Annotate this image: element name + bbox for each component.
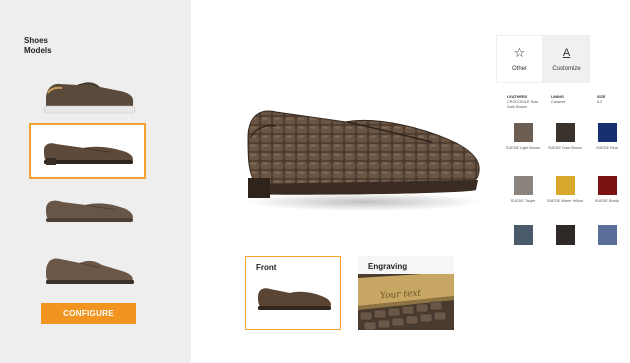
tab-customize-label: Customize	[552, 66, 581, 72]
swatch-chip	[555, 176, 575, 195]
main-shoe-preview[interactable]	[236, 98, 486, 218]
swatch-chip	[597, 123, 617, 142]
models-title-line1: Shoes	[24, 36, 49, 45]
crocodile-loafer-image	[246, 110, 482, 211]
spec-lining-value: Caramel	[551, 100, 566, 104]
swatch-chip	[597, 225, 617, 245]
tab-other[interactable]: ☆ Other	[496, 35, 543, 83]
swatch-pattern-2[interactable]	[546, 225, 584, 245]
tab-customize[interactable]: A Customize	[543, 35, 590, 83]
swatch-taupe[interactable]: SUEDE Taupe	[504, 176, 542, 204]
swatch-label: SUEDE Blue	[596, 146, 618, 150]
swatch-chip	[513, 225, 533, 245]
star-icon: ☆	[513, 45, 526, 60]
letter-a-icon: A	[562, 47, 571, 59]
swatch-pattern-1[interactable]	[504, 225, 542, 245]
mode-tabs: ☆ Other A Customize	[496, 35, 590, 83]
configure-button[interactable]: CONFIGURE	[41, 303, 136, 324]
swatch-bordo[interactable]: SUEDE Bordo	[588, 176, 626, 204]
spec-lining: LINING Caramel	[551, 95, 587, 110]
view-engraving-label: Engraving	[368, 262, 408, 271]
sneaker-shoe-icon	[43, 82, 135, 114]
loafer-shoe-icon	[43, 143, 133, 165]
engraving-closeup-image	[358, 274, 454, 330]
spec-size-value: 6.2	[597, 100, 603, 104]
swatch-pattern-3[interactable]	[588, 225, 626, 245]
models-title-line2: Models	[24, 46, 52, 55]
swatch-chip	[555, 123, 575, 142]
spec-leather-value: CROCODILE Sole Dark Brown	[507, 100, 539, 109]
model-oxford-thumbnail[interactable]	[29, 243, 146, 299]
swatch-blue[interactable]: SUEDE Blue	[588, 123, 626, 151]
swatch-label: SUEDE Dark Brown	[548, 146, 582, 150]
swatch-label: SUEDE Warm Yellow	[547, 199, 583, 203]
oxford-shoe-icon	[45, 258, 134, 284]
tab-other-label: Other	[511, 66, 527, 72]
swatch-light-brown[interactable]: SUEDE Light Brown	[504, 123, 542, 151]
swatch-label: SUEDE Bordo	[594, 199, 620, 203]
swatch-dark-brown[interactable]: SUEDE Dark Brown	[546, 123, 584, 151]
view-engraving-thumbnail[interactable]: Engraving Your text	[358, 256, 454, 330]
driver-shoe-icon	[45, 200, 133, 222]
models-title: Shoes Models	[24, 36, 52, 56]
swatch-chip	[597, 176, 617, 195]
spec-leather: LEATHERS CROCODILE Sole Dark Brown	[507, 95, 541, 110]
swatch-label: SUEDE Light Brown	[505, 146, 541, 150]
swatch-chip	[513, 176, 533, 195]
view-front-thumbnail[interactable]: Front	[245, 256, 341, 330]
models-sidebar: Shoes Models CONFIGURE	[0, 0, 191, 363]
model-driver-thumbnail[interactable]	[29, 182, 146, 238]
selection-summary: LEATHERS CROCODILE Sole Dark Brown LININ…	[507, 95, 611, 110]
view-front-label: Front	[256, 263, 277, 272]
swatch-warm-yellow[interactable]: SUEDE Warm Yellow	[546, 176, 584, 204]
model-sneaker-thumbnail[interactable]	[29, 66, 146, 122]
front-view-shoe-icon	[258, 288, 331, 310]
swatch-chip	[513, 123, 533, 142]
swatch-label: SUEDE Taupe	[510, 199, 536, 203]
spec-size: SIZE 6.2	[597, 95, 611, 110]
swatch-chip	[555, 225, 575, 245]
model-loafer-thumbnail[interactable]	[29, 123, 146, 179]
